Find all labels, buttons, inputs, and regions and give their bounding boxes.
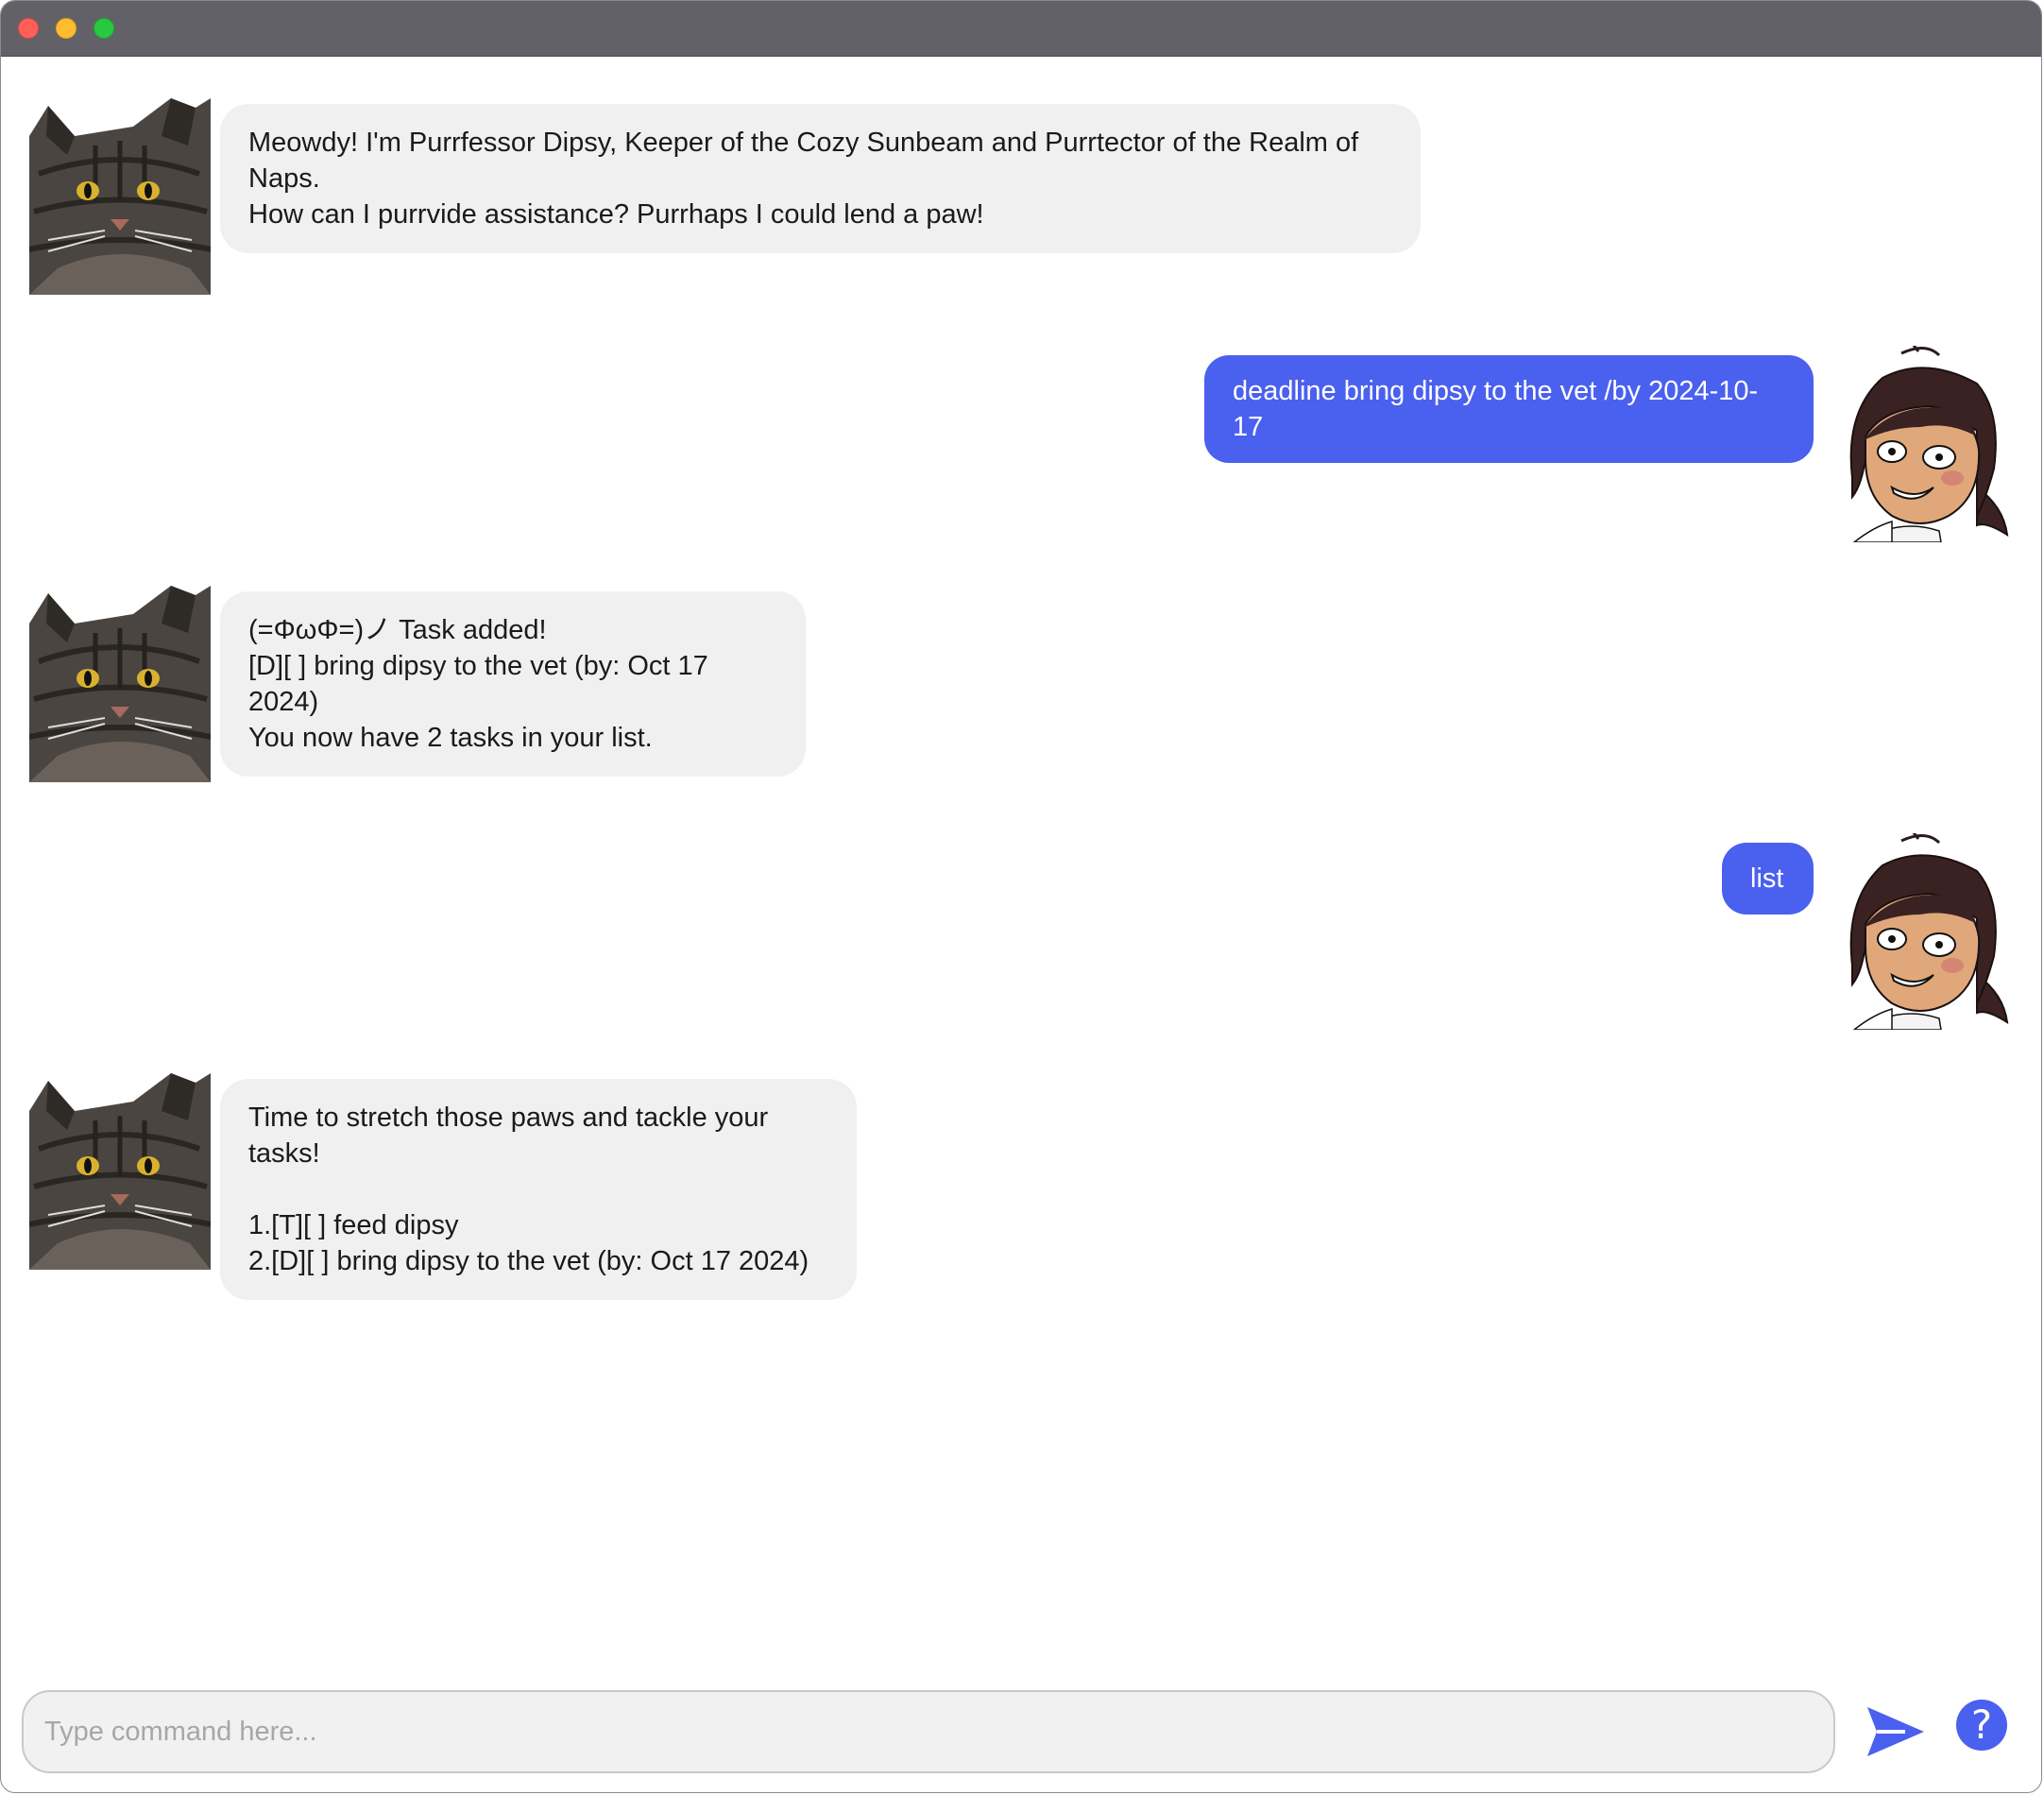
minimize-window-button[interactable] [56, 18, 77, 39]
command-input[interactable] [22, 1690, 1835, 1773]
maximize-window-button[interactable] [94, 18, 114, 39]
close-window-button[interactable] [18, 18, 39, 39]
send-icon [1867, 1707, 1924, 1756]
send-button[interactable] [1864, 1700, 1932, 1764]
bot-message-bubble: Meowdy! I'm Purrfessor Dipsy, Keeper of … [220, 104, 1421, 253]
user-message-bubble: list [1722, 843, 1814, 915]
cat-avatar [29, 586, 211, 782]
user-message-row: deadline bring dipsy to the vet /by 2024… [1, 346, 2041, 544]
cat-avatar [29, 98, 211, 295]
user-avatar [1835, 833, 2017, 1030]
help-button[interactable]: ? [1956, 1700, 2007, 1751]
bot-message-row: (=ΦωΦ=)ノ Task added! [D][ ] bring dipsy … [1, 586, 2041, 784]
user-avatar [1835, 346, 2017, 542]
input-bar: ? [1, 1671, 2041, 1792]
bot-message-bubble: (=ΦωΦ=)ノ Task added! [D][ ] bring dipsy … [220, 591, 806, 777]
app-window: Meowdy! I'm Purrfessor Dipsy, Keeper of … [0, 0, 2042, 1793]
chat-area[interactable]: Meowdy! I'm Purrfessor Dipsy, Keeper of … [1, 57, 2041, 1672]
bot-message-row: Time to stretch those paws and tackle yo… [1, 1073, 2041, 1300]
bot-message-bubble: Time to stretch those paws and tackle yo… [220, 1079, 857, 1300]
title-bar [1, 1, 2041, 57]
cat-avatar [29, 1073, 211, 1270]
help-icon: ? [1970, 1701, 1993, 1748]
user-message-bubble: deadline bring dipsy to the vet /by 2024… [1204, 355, 1814, 463]
user-message-row: list [1, 833, 2041, 1032]
bot-message-row: Meowdy! I'm Purrfessor Dipsy, Keeper of … [1, 98, 2041, 297]
